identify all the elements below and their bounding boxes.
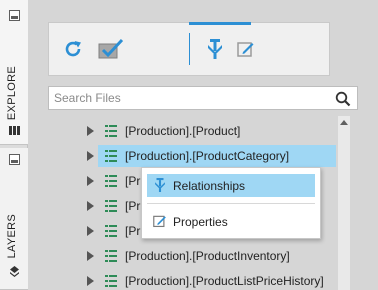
expand-arrow-icon[interactable] bbox=[87, 276, 94, 286]
menu-item-relationships[interactable]: Relationships bbox=[147, 174, 315, 197]
minimize-icon[interactable] bbox=[9, 154, 20, 165]
database-icon bbox=[9, 126, 20, 135]
tab-explore-label: EXPLORE bbox=[6, 66, 18, 121]
relationships-icon bbox=[208, 39, 222, 59]
table-icon bbox=[105, 275, 117, 287]
expand-arrow-icon[interactable] bbox=[87, 126, 94, 136]
context-menu: Relationships Properties bbox=[141, 167, 321, 239]
relationships-icon bbox=[155, 178, 165, 192]
expand-arrow-icon[interactable] bbox=[87, 151, 94, 161]
tree-scrollbar[interactable] bbox=[338, 116, 350, 290]
search-icon[interactable] bbox=[335, 91, 351, 107]
check-icon bbox=[98, 38, 124, 59]
tree-row-label: [Pr bbox=[125, 199, 141, 213]
refresh-button[interactable] bbox=[57, 33, 89, 65]
table-icon bbox=[105, 125, 117, 137]
table-icon bbox=[105, 150, 117, 162]
tree-row-label: [Production].[ProductListPriceHistory] bbox=[125, 274, 324, 288]
tab-layers[interactable]: LAYERS bbox=[0, 148, 28, 290]
tree-row[interactable]: [Production].[Product] bbox=[48, 120, 336, 142]
tree-row-label: [Pr bbox=[125, 224, 141, 238]
tree-row-label: [Production].[Product] bbox=[125, 124, 241, 138]
table-icon bbox=[105, 250, 117, 262]
tree-row[interactable]: [Production].[ProductListPriceHistory] bbox=[48, 270, 336, 290]
tab-explore[interactable]: EXPLORE bbox=[0, 0, 28, 145]
properties-icon bbox=[153, 215, 166, 228]
search-box bbox=[48, 86, 358, 110]
toolbar bbox=[48, 22, 330, 76]
tree-row-label: [Production].[ProductCategory] bbox=[125, 149, 290, 163]
tree-row-selected[interactable]: [Production].[ProductCategory] bbox=[48, 145, 336, 167]
tree-row-label: [Production].[ProductInventory] bbox=[125, 249, 290, 263]
expand-arrow-icon[interactable] bbox=[87, 251, 94, 261]
relationships-button[interactable] bbox=[199, 33, 231, 65]
expand-arrow-icon[interactable] bbox=[87, 201, 94, 211]
search-input[interactable] bbox=[54, 90, 324, 106]
menu-item-label: Properties bbox=[173, 215, 228, 229]
refresh-icon bbox=[65, 41, 81, 57]
tree-row-label: [Pr bbox=[125, 174, 141, 188]
active-tool-indicator bbox=[189, 22, 251, 25]
menu-item-properties[interactable]: Properties bbox=[147, 210, 315, 233]
scroll-up-arrow-icon[interactable] bbox=[340, 120, 348, 125]
toolbar-separator bbox=[189, 33, 190, 65]
table-icon bbox=[105, 225, 117, 237]
menu-separator bbox=[147, 203, 315, 204]
expand-arrow-icon[interactable] bbox=[87, 226, 94, 236]
layers-icon bbox=[10, 266, 19, 277]
table-icon bbox=[105, 175, 117, 187]
minimize-icon[interactable] bbox=[9, 10, 20, 21]
side-tab-strip: EXPLORE LAYERS bbox=[0, 0, 28, 290]
menu-item-label: Relationships bbox=[173, 179, 246, 193]
expand-arrow-icon[interactable] bbox=[87, 176, 94, 186]
table-icon bbox=[105, 200, 117, 212]
select-all-button[interactable] bbox=[95, 33, 127, 65]
edit-icon bbox=[237, 42, 254, 57]
edit-button[interactable] bbox=[230, 33, 262, 65]
tree-row[interactable]: [Production].[ProductInventory] bbox=[48, 245, 336, 267]
tab-layers-label: LAYERS bbox=[6, 214, 18, 259]
